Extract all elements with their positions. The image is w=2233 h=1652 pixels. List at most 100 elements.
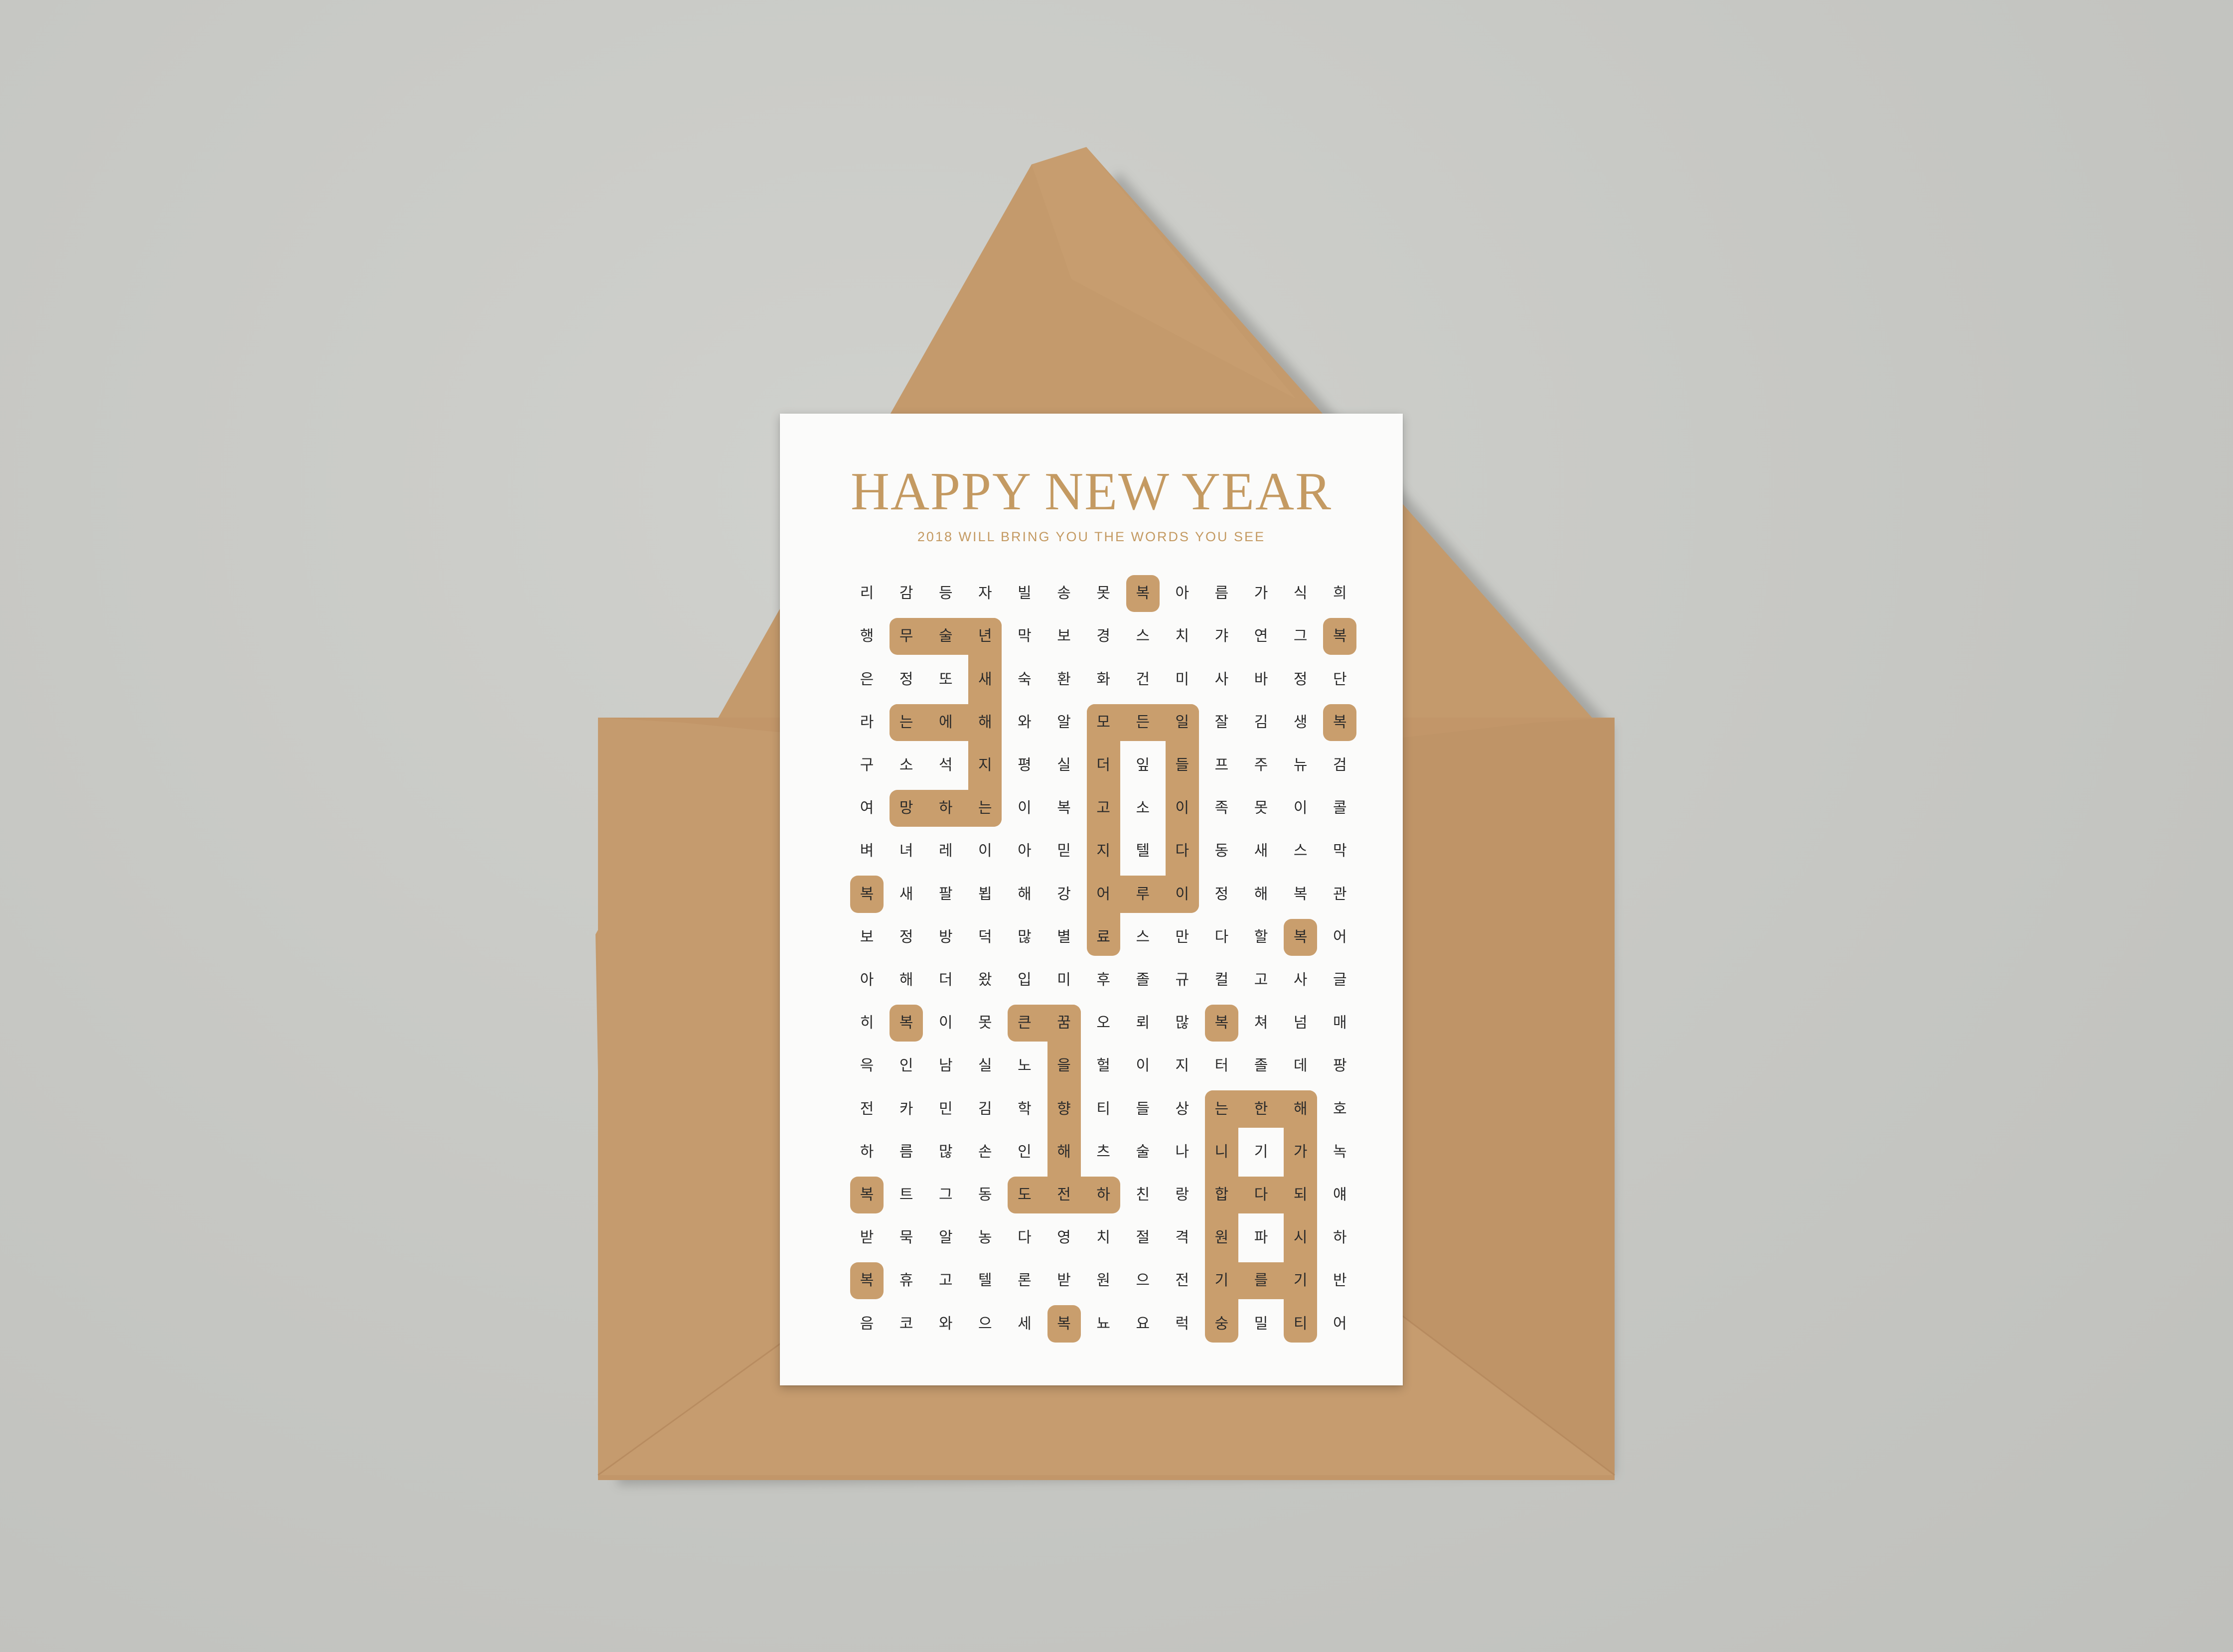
grid-letter: 와: [938, 1315, 953, 1333]
grid-letter: 김: [978, 1100, 992, 1118]
grid-letter: 기: [1293, 1272, 1308, 1290]
grid-letter: 향: [1057, 1100, 1071, 1118]
grid-letter: 많: [1175, 1014, 1190, 1032]
grid-letter: 실: [978, 1057, 992, 1075]
grid-letter: 정: [899, 670, 913, 688]
grid-letter: 소: [899, 756, 913, 774]
grid-letter: 단: [1333, 670, 1347, 688]
grid-letter: 꿈: [1057, 1014, 1071, 1032]
word-search-grid: 리감등자빌송못복아름가식희행무술년막보경스치갸연그복은정또새숙환화건미사바정단라…: [847, 572, 1359, 1343]
grid-letter: 럭: [1175, 1315, 1190, 1333]
grid-letter: 합: [1214, 1186, 1229, 1203]
grid-letter: 지: [1096, 842, 1110, 860]
grid-letter: 동: [978, 1186, 992, 1203]
grid-letter: 새: [899, 885, 913, 903]
grid-letter: 건: [1136, 670, 1150, 688]
grid-letter: 전: [860, 1100, 874, 1118]
grid-letter: 자: [978, 585, 992, 602]
grid-letter: 아: [860, 971, 874, 989]
grid-letter: 요: [1136, 1315, 1150, 1333]
grid-letter: 어: [1096, 885, 1110, 903]
grid-letter: 학: [1018, 1100, 1032, 1118]
grid-letter: 정: [1214, 885, 1229, 903]
grid-letter: 해: [1293, 1100, 1308, 1118]
grid-letter: 새: [1254, 842, 1268, 860]
grid-letter: 이: [1175, 885, 1190, 903]
grid-letter: 노: [1018, 1057, 1032, 1075]
grid-letter: 다: [1018, 1229, 1032, 1247]
grid-letter: 술: [938, 627, 953, 645]
grid-letter: 해: [899, 971, 913, 989]
grid-letter: 알: [1057, 713, 1071, 731]
grid-letter: 한: [1254, 1100, 1268, 1118]
grid-letter: 복: [1136, 585, 1150, 602]
grid-letter: 그: [938, 1186, 953, 1203]
grid-letter: 밀: [1254, 1315, 1268, 1333]
grid-letter: 텔: [978, 1272, 992, 1290]
grid-letter: 남: [938, 1057, 953, 1075]
grid-letter: 규: [1175, 971, 1190, 989]
grid-letter: 료: [1096, 928, 1110, 946]
grid-letter: 세: [1018, 1315, 1032, 1333]
card-title: HAPPY NEW YEAR: [850, 462, 1333, 521]
grid-letter: 는: [899, 713, 913, 731]
grid-letter: 랑: [1175, 1186, 1190, 1203]
grid-letter: 지: [978, 756, 992, 774]
grid-letter: 화: [1096, 670, 1110, 688]
grid-letter: 농: [978, 1229, 992, 1247]
grid-letter: 후: [1096, 971, 1110, 989]
grid-letter: 사: [1214, 670, 1229, 688]
grid-letter: 아: [1018, 842, 1032, 860]
grid-letter: 콜: [1333, 799, 1347, 817]
grid-letter: 더: [1096, 756, 1110, 774]
grid-letter: 인: [1018, 1143, 1032, 1161]
grid-letter: 송: [1057, 585, 1071, 602]
grid-letter: 감: [899, 585, 913, 602]
grid-letter: 치: [1175, 627, 1190, 645]
grid-letter: 녀: [899, 842, 913, 860]
grid-letter: 실: [1057, 756, 1071, 774]
grid-letter: 녹: [1333, 1143, 1347, 1161]
grid-letter: 해: [978, 713, 992, 731]
grid-letter: 못: [1096, 585, 1110, 602]
grid-letter: 알: [938, 1229, 953, 1247]
grid-letter: 스: [1136, 627, 1150, 645]
grid-letter: 해: [1254, 885, 1268, 903]
grid-letter: 고: [1254, 971, 1268, 989]
grid-letter: 복: [1057, 1315, 1071, 1333]
grid-letter: 루: [1136, 885, 1150, 903]
grid-letter: 여: [860, 799, 874, 817]
grid-letter: 든: [1136, 713, 1150, 731]
grid-letter: 뉴: [1293, 756, 1308, 774]
grid-letter: 음: [860, 1315, 874, 1333]
grid-letter: 복: [860, 1186, 874, 1203]
grid-letter: 복: [860, 885, 874, 903]
grid-letter: 시: [1293, 1229, 1308, 1247]
grid-letter: 하: [938, 799, 953, 817]
grid-letter: 스: [1293, 842, 1308, 860]
grid-letter: 휴: [899, 1272, 913, 1290]
grid-letter: 더: [938, 971, 953, 989]
grid-letter: 많: [938, 1143, 953, 1161]
grid-letter: 호: [1333, 1100, 1347, 1118]
grid-letter: 은: [860, 670, 874, 688]
grid-letter: 코: [899, 1315, 913, 1333]
grid-letter: 고: [938, 1272, 953, 1290]
grid-letter: 인: [899, 1057, 913, 1075]
grid-letter: 쳐: [1254, 1014, 1268, 1032]
grid-letter: 못: [978, 1014, 992, 1032]
grid-letter: 전: [1057, 1186, 1071, 1203]
grid-letter: 팡: [1333, 1057, 1347, 1075]
grid-letter: 츠: [1096, 1143, 1110, 1161]
grid-letter: 묵: [899, 1229, 913, 1247]
card-subtitle: 2018 WILL BRING YOU THE WORDS YOU SEE: [917, 529, 1266, 544]
grid-letter: 으: [1136, 1272, 1150, 1290]
grid-letter: 윽: [860, 1057, 874, 1075]
grid-letter: 구: [860, 756, 874, 774]
grid-letter: 어: [1333, 1315, 1347, 1333]
grid-letter: 강: [1057, 885, 1071, 903]
grid-letter: 모: [1096, 713, 1110, 731]
grid-letter: 팔: [938, 885, 953, 903]
grid-letter: 뇨: [1096, 1315, 1110, 1333]
grid-letter: 복: [899, 1014, 913, 1032]
